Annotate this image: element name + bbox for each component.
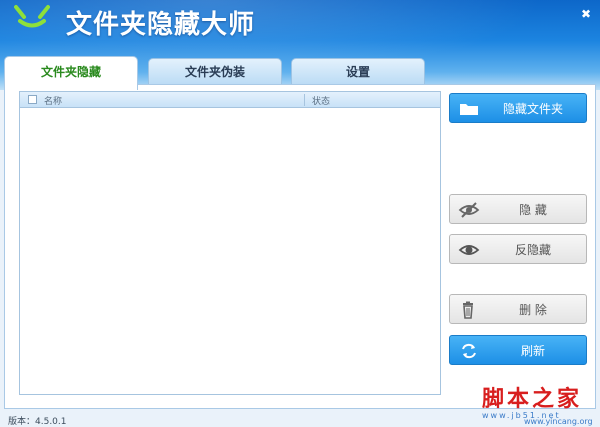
eye-icon [458, 245, 480, 255]
hide-label: 隐 藏 [519, 203, 547, 217]
tab-settings[interactable]: 设置 [291, 58, 425, 84]
version-label: 版本：4.5.0.1 [8, 417, 67, 427]
hide-folder-button[interactable]: 隐藏文件夹 [449, 93, 587, 123]
eye-hidden-icon [458, 202, 480, 218]
main-content: 名称 状态 隐藏文件夹 隐 藏 反隐藏 删 除 刷新 [4, 84, 596, 409]
watermark-text: 脚本之家 [482, 386, 583, 412]
trash-icon [463, 301, 473, 319]
refresh-icon [462, 343, 476, 359]
refresh-label: 刷新 [520, 344, 545, 358]
delete-button[interactable]: 删 除 [449, 294, 587, 324]
refresh-button[interactable]: 刷新 [449, 335, 587, 365]
folder-list[interactable]: 名称 状态 [19, 91, 441, 395]
close-icon[interactable]: ✖ [578, 6, 594, 22]
hide-button[interactable]: 隐 藏 [449, 194, 587, 224]
app-title: 文件夹隐藏大师 [66, 10, 256, 40]
unhide-label: 反隐藏 [514, 243, 551, 257]
column-divider[interactable] [304, 94, 305, 106]
watermark: 脚本之家 www.jb51.net www.yincang.org [476, 381, 594, 426]
select-all-checkbox[interactable] [28, 95, 37, 104]
hide-folder-label: 隐藏文件夹 [502, 102, 563, 116]
folder-icon [460, 104, 478, 115]
list-header: 名称 状态 [20, 92, 440, 108]
watermark-site-2: www.yincang.org [524, 417, 593, 426]
tab-folder-hide[interactable]: 文件夹隐藏 [4, 56, 138, 90]
column-header-name[interactable]: 名称 [44, 94, 62, 107]
app-window: 文件夹隐藏大师 ✖ 文件夹隐藏 文件夹伪装 设置 名称 状态 隐藏文件夹 隐 藏… [0, 0, 600, 427]
tab-folder-disguise[interactable]: 文件夹伪装 [148, 58, 282, 84]
delete-label: 删 除 [519, 303, 547, 317]
eye-logo-icon [14, 5, 50, 28]
column-header-status[interactable]: 状态 [312, 94, 330, 107]
unhide-button[interactable]: 反隐藏 [449, 234, 587, 264]
